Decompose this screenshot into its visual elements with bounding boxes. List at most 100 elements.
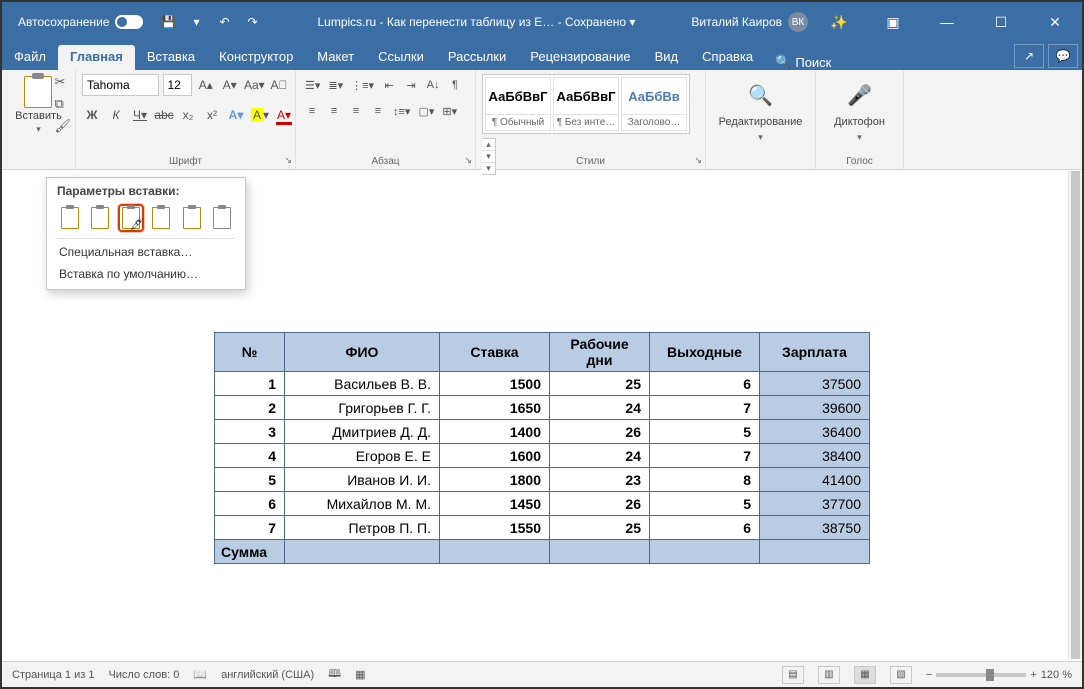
paste-special-menuitem[interactable]: Специальная вставка… xyxy=(57,241,235,263)
search-box[interactable]: 🔍 Поиск xyxy=(765,54,841,70)
increase-indent-icon[interactable]: ⇥ xyxy=(401,74,421,96)
redo-icon[interactable]: ↷ xyxy=(243,13,261,31)
paste-menu-title: Параметры вставки: xyxy=(57,184,235,198)
page-indicator[interactable]: Страница 1 из 1 xyxy=(12,669,94,681)
autosave-toggle[interactable]: Автосохранение xyxy=(6,15,143,29)
focus-mode-icon[interactable]: ▤ xyxy=(782,666,804,684)
cell-name: Васильев В. В. xyxy=(285,372,440,396)
spellcheck-icon[interactable]: 📖 xyxy=(193,668,207,681)
minimize-button[interactable]: — xyxy=(924,2,970,42)
paste-link-keep-formatting[interactable] xyxy=(118,204,144,232)
style-gallery[interactable]: АаБбВвГ ¶ Обычный АаБбВвГ ¶ Без инте… Аа… xyxy=(482,74,690,134)
paste-link-destination-styles[interactable] xyxy=(148,204,174,232)
sort-icon[interactable]: A↓ xyxy=(423,74,443,96)
tab-review[interactable]: Рецензирование xyxy=(518,45,642,70)
cell-name: Иванов И. И. xyxy=(285,468,440,492)
dictate-button[interactable]: Диктофон xyxy=(834,116,885,128)
accessibility-icon[interactable]: 🕮 xyxy=(328,665,341,684)
simplify-ribbon-icon[interactable]: ✨ xyxy=(816,2,862,42)
language-indicator[interactable]: английский (США) xyxy=(221,669,314,681)
tab-layout[interactable]: Макет xyxy=(305,45,366,70)
change-case-icon[interactable]: Aa▾ xyxy=(244,74,265,96)
save-icon[interactable]: 💾 xyxy=(159,13,177,31)
tab-help[interactable]: Справка xyxy=(690,45,765,70)
read-mode-icon[interactable]: ▥ xyxy=(818,666,840,684)
shrink-font-icon[interactable]: A▾ xyxy=(220,74,240,96)
highlight-icon[interactable]: A▾ xyxy=(250,104,270,126)
comments-button[interactable]: 💬 xyxy=(1048,44,1078,68)
vertical-scrollbar[interactable] xyxy=(1068,171,1082,659)
web-layout-icon[interactable]: ▧ xyxy=(890,666,912,684)
gallery-up-icon[interactable]: ▴ xyxy=(482,139,495,151)
undo-icon[interactable]: ↶ xyxy=(215,13,233,31)
editing-label[interactable]: Редактирование xyxy=(719,116,803,128)
bold-button[interactable]: Ж xyxy=(82,104,102,126)
tab-file[interactable]: Файл xyxy=(2,45,58,70)
decrease-indent-icon[interactable]: ⇤ xyxy=(379,74,399,96)
grow-font-icon[interactable]: A▴ xyxy=(196,74,216,96)
copy-icon[interactable]: ⧉ xyxy=(54,96,71,112)
shading-icon[interactable]: ▢▾ xyxy=(415,100,437,122)
paste-picture[interactable] xyxy=(178,204,204,232)
word-count[interactable]: Число слов: 0 xyxy=(108,669,179,681)
zoom-value[interactable]: 120 % xyxy=(1041,669,1072,681)
zoom-out-icon[interactable]: − xyxy=(926,669,932,681)
style-heading1[interactable]: АаБбВв Заголово… xyxy=(621,77,687,131)
font-size-combo[interactable]: 12 xyxy=(163,74,192,96)
table-row: 4Егоров Е. Е160024738400 xyxy=(215,444,870,468)
zoom-slider[interactable] xyxy=(936,673,1026,677)
show-marks-icon[interactable]: ¶ xyxy=(445,74,465,96)
align-left-icon[interactable]: ≡ xyxy=(302,100,322,122)
tab-insert[interactable]: Вставка xyxy=(135,45,207,70)
user-account[interactable]: Виталий Каиров ВК xyxy=(691,12,808,32)
paste-use-destination-styles[interactable] xyxy=(87,204,113,232)
cell-no: 7 xyxy=(215,516,285,540)
share-button[interactable]: ↗ xyxy=(1014,44,1044,68)
zoom-control[interactable]: − + 120 % xyxy=(926,669,1072,681)
user-name: Виталий Каиров xyxy=(691,15,782,29)
tab-references[interactable]: Ссылки xyxy=(366,45,436,70)
numbering-icon[interactable]: ≣▾ xyxy=(325,74,346,96)
ribbon-options-icon[interactable]: ▣ xyxy=(870,2,916,42)
strikethrough-button[interactable]: abc xyxy=(154,104,174,126)
paste-keep-source-formatting[interactable] xyxy=(57,204,83,232)
italic-button[interactable]: К xyxy=(106,104,126,126)
paragraph-dialog-launcher[interactable]: ↘ xyxy=(464,155,472,166)
align-center-icon[interactable]: ≡ xyxy=(324,100,344,122)
macro-icon[interactable]: ▦ xyxy=(355,668,365,681)
font-dialog-launcher[interactable]: ↘ xyxy=(284,155,292,166)
superscript-button[interactable]: x² xyxy=(202,104,222,126)
align-right-icon[interactable]: ≡ xyxy=(346,100,366,122)
bullets-icon[interactable]: ☰▾ xyxy=(302,74,323,96)
tab-design[interactable]: Конструктор xyxy=(207,45,305,70)
font-name-combo[interactable]: Tahoma xyxy=(82,74,159,96)
document-title[interactable]: Lumpics.ru - Как перенести таблицу из Е…… xyxy=(269,15,683,29)
header-rate: Ставка xyxy=(440,333,550,372)
styles-dialog-launcher[interactable]: ↘ xyxy=(694,155,702,166)
style-normal[interactable]: АаБбВвГ ¶ Обычный xyxy=(485,77,551,131)
cut-icon[interactable]: ✂ xyxy=(54,74,71,90)
multilevel-icon[interactable]: ⋮≡▾ xyxy=(348,74,377,96)
paste-default-menuitem[interactable]: Вставка по умолчанию… xyxy=(57,263,235,285)
find-icon[interactable]: 🔍 xyxy=(748,83,773,108)
font-color-icon[interactable]: A▾ xyxy=(274,104,294,126)
data-table[interactable]: № ФИО Ставка Рабочие дни Выходные Зарпла… xyxy=(214,332,870,564)
print-layout-icon[interactable]: ▦ xyxy=(854,666,876,684)
zoom-in-icon[interactable]: + xyxy=(1030,669,1036,681)
tab-view[interactable]: Вид xyxy=(643,45,691,70)
line-spacing-icon[interactable]: ↕≡▾ xyxy=(390,100,413,122)
tab-home[interactable]: Главная xyxy=(58,45,135,70)
text-effects-icon[interactable]: A▾ xyxy=(226,104,246,126)
close-button[interactable]: ✕ xyxy=(1032,2,1078,42)
style-no-spacing[interactable]: АаБбВвГ ¶ Без инте… xyxy=(553,77,619,131)
subscript-button[interactable]: x₂ xyxy=(178,104,198,126)
borders-icon[interactable]: ⊞▾ xyxy=(439,100,460,122)
clear-format-icon[interactable]: A⃠ xyxy=(269,74,289,96)
underline-button[interactable]: Ч▾ xyxy=(130,104,150,126)
tab-mailings[interactable]: Рассылки xyxy=(436,45,518,70)
microphone-icon[interactable]: 🎤 xyxy=(847,83,872,108)
format-painter-icon[interactable]: 🖌 xyxy=(54,118,71,134)
justify-icon[interactable]: ≡ xyxy=(368,100,388,122)
paste-text-only[interactable] xyxy=(209,204,235,232)
maximize-button[interactable]: ☐ xyxy=(978,2,1024,42)
